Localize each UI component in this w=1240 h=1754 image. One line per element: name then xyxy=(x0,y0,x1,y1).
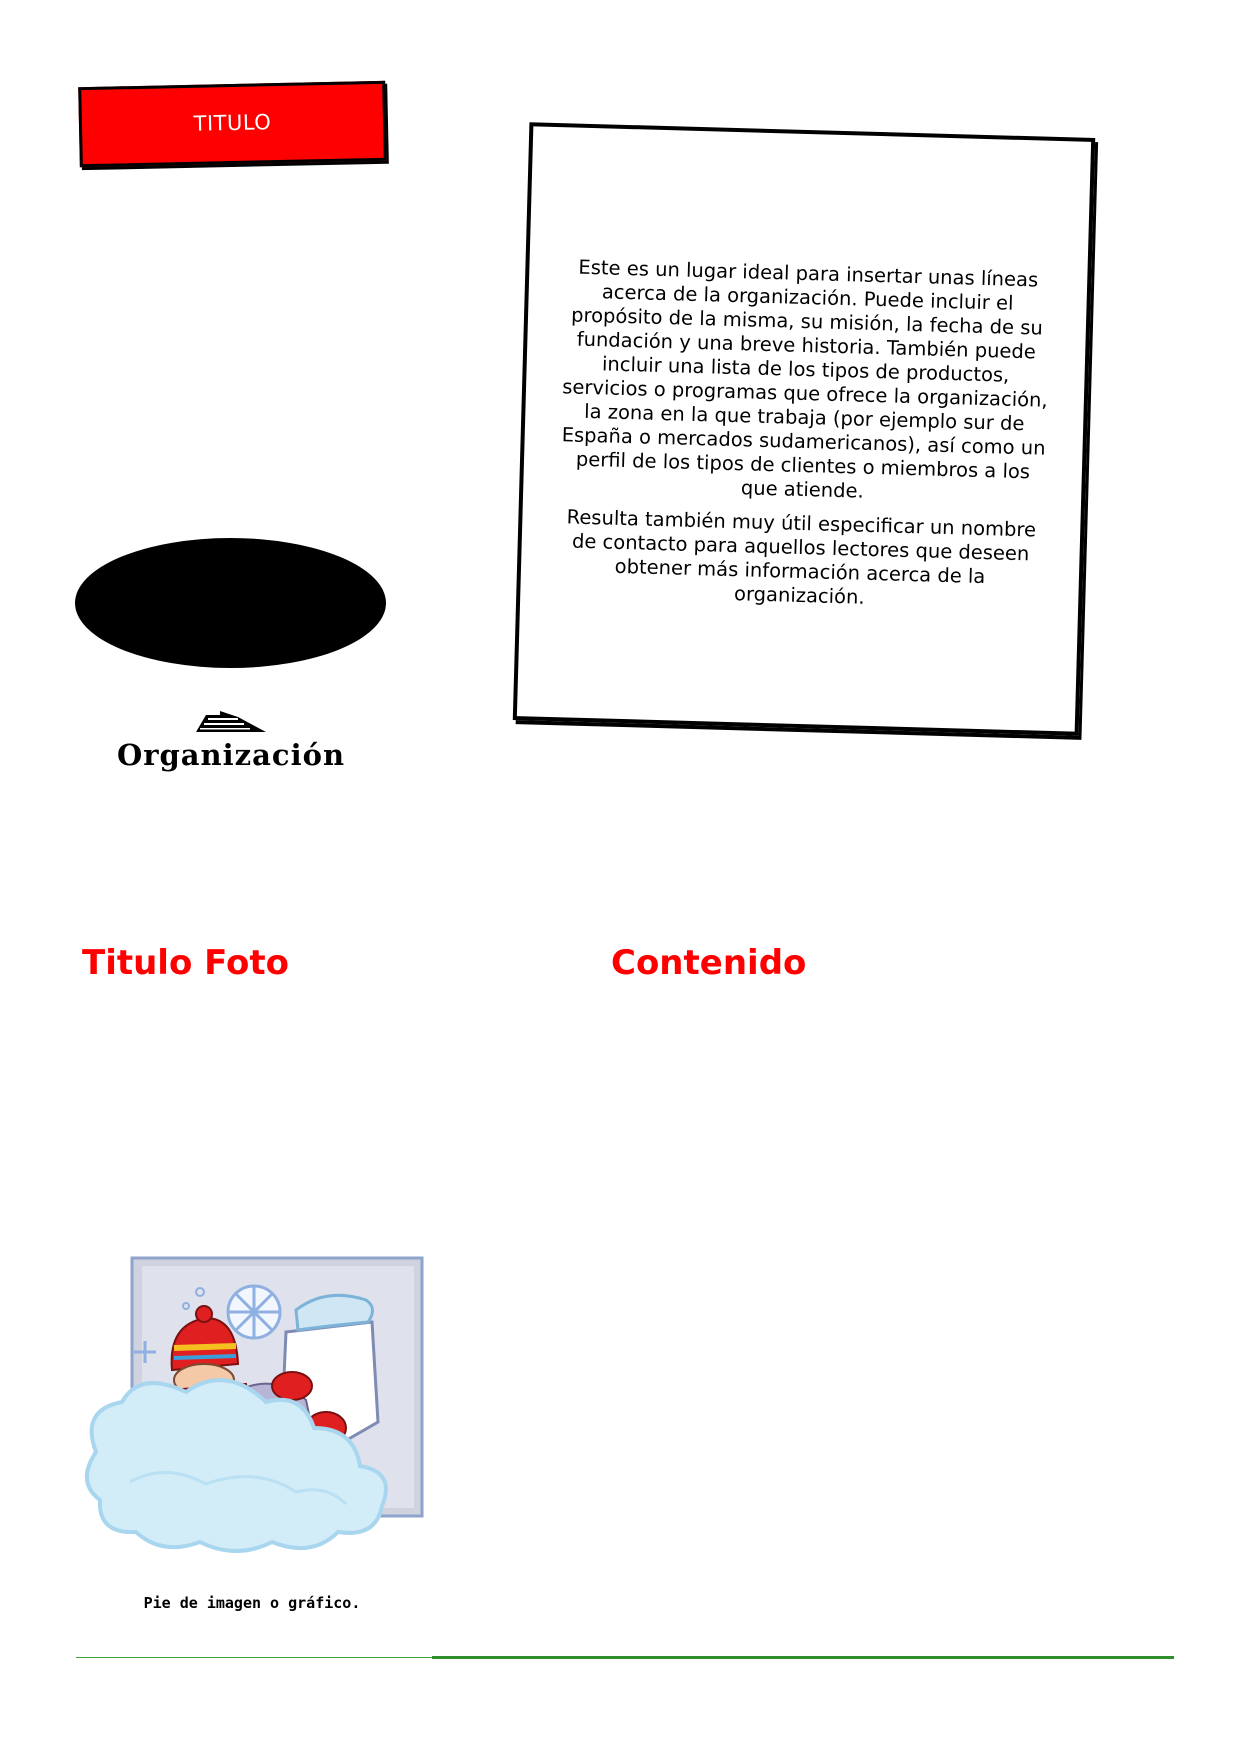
title-banner: TITULO xyxy=(78,80,387,168)
organization-name: Organización xyxy=(116,738,346,772)
about-paragraph-1: Este es un lugar ideal para insertar una… xyxy=(561,255,1048,503)
logo-placeholder-oval xyxy=(75,538,386,668)
winter-child-in-snow-image xyxy=(85,1256,424,1553)
footer-rule-left xyxy=(76,1657,432,1658)
title-label: TITULO xyxy=(193,110,272,136)
stepped-triangle-icon xyxy=(196,711,266,732)
footer-rule-right xyxy=(432,1656,1174,1659)
about-organization-box: Este es un lugar ideal para insertar una… xyxy=(512,122,1096,736)
about-text: Este es un lugar ideal para insertar una… xyxy=(552,255,1056,625)
image-caption: Pie de imagen o gráfico. xyxy=(143,1594,361,1612)
about-paragraph-2: Resulta también muy útil especificar un … xyxy=(566,505,1037,609)
photo-section-heading: Titulo Foto xyxy=(82,943,289,983)
content-section-heading: Contenido xyxy=(611,943,807,983)
